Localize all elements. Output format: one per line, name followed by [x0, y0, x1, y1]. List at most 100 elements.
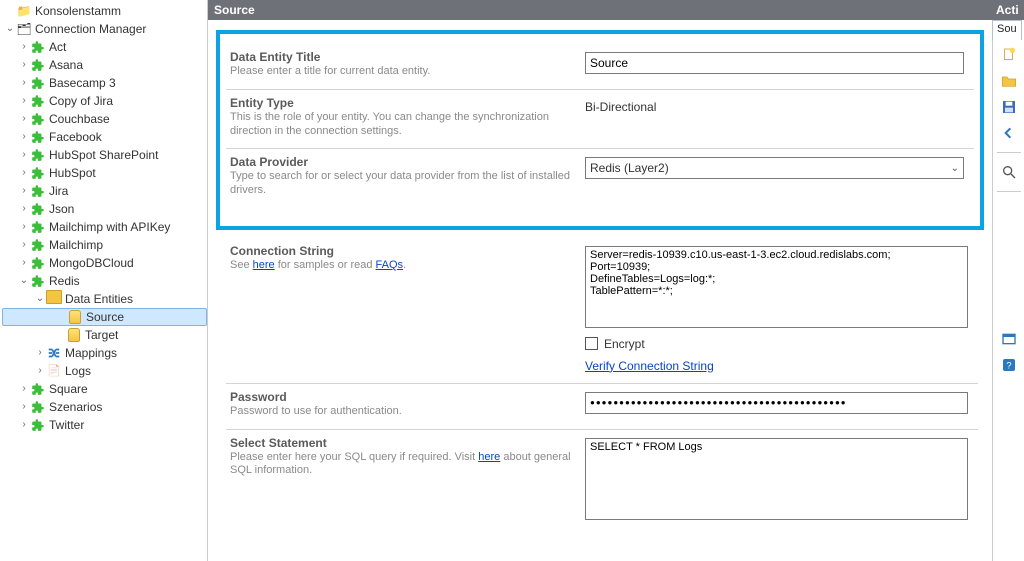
puzzle-icon: [30, 93, 46, 109]
tree-item-mailchimpapi[interactable]: ›Mailchimp with APIKey: [2, 218, 207, 236]
tree-item-redis[interactable]: ⌄ Redis: [2, 272, 207, 290]
new-icon[interactable]: [1000, 46, 1018, 64]
expand-toggle[interactable]: ›: [34, 362, 46, 380]
puzzle-icon: [30, 39, 46, 55]
tree-target[interactable]: Target: [2, 326, 207, 344]
panel-title-bar: Source: [208, 0, 992, 20]
puzzle-icon: [30, 255, 46, 271]
puzzle-icon: [30, 147, 46, 163]
window-icon[interactable]: [1000, 330, 1018, 348]
checkbox-encrypt[interactable]: [585, 337, 598, 350]
textarea-select-statement[interactable]: [585, 438, 968, 520]
expand-toggle[interactable]: ›: [18, 92, 30, 110]
tree-item-label: Copy of Jira: [49, 92, 113, 110]
link-verify-connection[interactable]: Verify Connection String: [585, 359, 714, 373]
tree-item-hubspot[interactable]: ›HubSpot: [2, 164, 207, 182]
label-data-entity-title: Data Entity Title: [230, 50, 573, 64]
expand-toggle[interactable]: ›: [18, 416, 30, 434]
tree-item-twitter[interactable]: › Twitter: [2, 416, 207, 434]
expand-toggle[interactable]: ›: [18, 218, 30, 236]
label-select-statement: Select Statement: [230, 436, 573, 450]
tree-item-label: Square: [49, 380, 88, 398]
right-panel: Acti Sou ?: [992, 0, 1024, 561]
link-faqs[interactable]: FAQs: [376, 259, 404, 271]
right-title-bar: Acti: [992, 0, 1024, 20]
tree-item-label: Asana: [49, 56, 83, 74]
field-password: Password Password to use for authenticat…: [226, 384, 978, 430]
tree-mappings[interactable]: ›Mappings: [2, 344, 207, 362]
tree-source[interactable]: Source: [2, 308, 207, 326]
tree-item-label: Twitter: [49, 416, 84, 434]
tree-root[interactable]: Konsolenstamm: [2, 2, 207, 20]
desc-pre: See: [230, 259, 253, 271]
help-icon[interactable]: ?: [1000, 356, 1018, 374]
tree-item-hubspotsp[interactable]: ›HubSpot SharePoint: [2, 146, 207, 164]
highlight-section: Data Entity Title Please enter a title f…: [216, 30, 984, 230]
tab-source[interactable]: Sou: [992, 20, 1022, 40]
open-icon[interactable]: [1000, 72, 1018, 90]
expand-toggle[interactable]: ›: [18, 110, 30, 128]
search-icon[interactable]: [1000, 163, 1018, 181]
expand-toggle[interactable]: ›: [18, 254, 30, 272]
expand-toggle[interactable]: ⌄: [4, 20, 16, 38]
label-connection-string: Connection String: [230, 244, 573, 258]
tree-item-asana[interactable]: › Asana: [2, 56, 207, 74]
tree-item-copyofjira[interactable]: › Copy of Jira: [2, 92, 207, 110]
input-data-entity-title[interactable]: [585, 52, 964, 74]
textarea-connection-string[interactable]: [585, 246, 968, 328]
tree-item-label: Redis: [49, 272, 80, 290]
puzzle-icon: [30, 201, 46, 217]
tree-item-jira[interactable]: ›Jira: [2, 182, 207, 200]
puzzle-icon: [30, 75, 46, 91]
link-here-samples[interactable]: here: [253, 259, 275, 271]
back-icon[interactable]: [1000, 124, 1018, 142]
log-icon: [46, 363, 62, 379]
label-password: Password: [230, 390, 573, 404]
tree-item-basecamp[interactable]: ›Basecamp 3: [2, 74, 207, 92]
expand-toggle[interactable]: ›: [18, 74, 30, 92]
desc-pre: Please enter here your SQL query if requ…: [230, 451, 478, 463]
tree-connection-manager[interactable]: ⌄ Connection Manager: [2, 20, 207, 38]
tree-item-couchbase[interactable]: ›Couchbase: [2, 110, 207, 128]
right-icon-strip: ?: [992, 40, 1024, 561]
value-entity-type: Bi-Directional: [585, 98, 964, 114]
expand-toggle[interactable]: ›: [34, 344, 46, 362]
tree-item-facebook[interactable]: ›Facebook: [2, 128, 207, 146]
expand-toggle[interactable]: ›: [18, 146, 30, 164]
expand-toggle[interactable]: ›: [18, 38, 30, 56]
expand-toggle[interactable]: ›: [18, 164, 30, 182]
desc-data-provider: Type to search for or select your data p…: [230, 170, 573, 198]
expand-toggle[interactable]: ›: [18, 128, 30, 146]
tree-item-json[interactable]: ›Json: [2, 200, 207, 218]
input-password[interactable]: [585, 392, 968, 414]
tree-logs-label: Logs: [65, 362, 91, 380]
combo-value: Redis (Layer2): [590, 161, 669, 175]
tree-data-entities[interactable]: ⌄Data Entities: [2, 290, 207, 308]
expand-toggle[interactable]: ›: [18, 182, 30, 200]
label-entity-type: Entity Type: [230, 96, 573, 110]
puzzle-icon: [30, 57, 46, 73]
tree-item-square[interactable]: › Square: [2, 380, 207, 398]
expand-toggle[interactable]: ›: [18, 200, 30, 218]
expand-toggle[interactable]: ⌄: [18, 272, 30, 290]
tree-item-act[interactable]: ›Act: [2, 38, 207, 56]
link-here-sql[interactable]: here: [478, 451, 500, 463]
divider: [997, 191, 1021, 192]
expand-toggle[interactable]: ›: [18, 236, 30, 254]
tree-logs[interactable]: › Logs: [2, 362, 207, 380]
expand-toggle[interactable]: ⌄: [34, 290, 46, 308]
expand-toggle[interactable]: ›: [18, 398, 30, 416]
expand-toggle[interactable]: ›: [18, 380, 30, 398]
field-entity-type: Entity Type This is the role of your ent…: [226, 90, 974, 150]
expand-toggle[interactable]: ›: [18, 56, 30, 74]
puzzle-icon: [30, 273, 46, 289]
puzzle-icon: [30, 129, 46, 145]
puzzle-icon: [30, 183, 46, 199]
tree-item-mailchimp[interactable]: ›Mailchimp: [2, 236, 207, 254]
save-icon[interactable]: [1000, 98, 1018, 116]
combo-data-provider[interactable]: Redis (Layer2) ⌄: [585, 157, 964, 179]
desc-post: .: [403, 259, 406, 271]
puzzle-icon: [30, 111, 46, 127]
tree-item-szenarios[interactable]: ›Szenarios: [2, 398, 207, 416]
tree-item-mongodb[interactable]: ›MongoDBCloud: [2, 254, 207, 272]
